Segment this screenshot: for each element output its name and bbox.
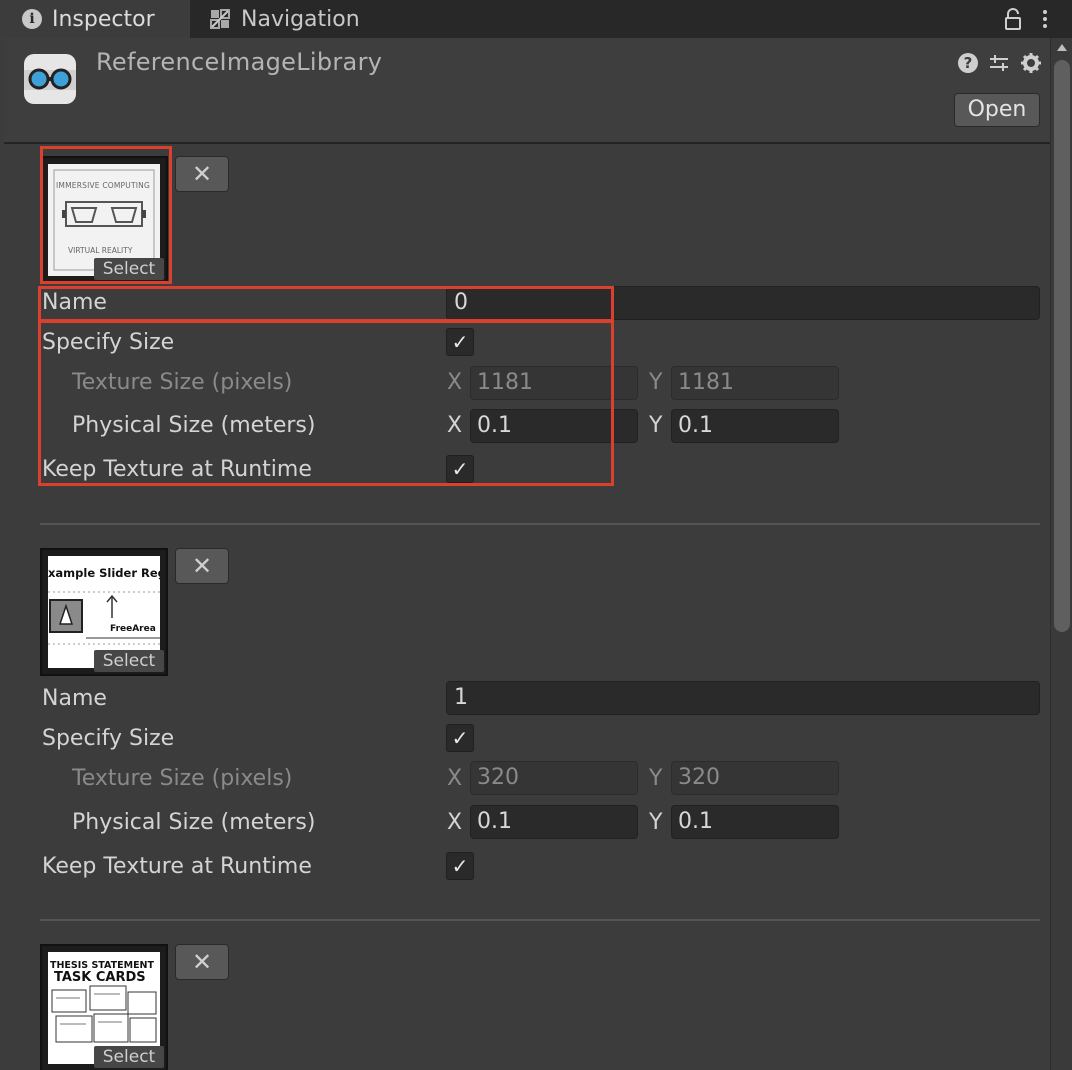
texture-y-label: Y — [649, 766, 663, 791]
open-button[interactable]: Open — [954, 93, 1040, 127]
texture-size-y-field: 320 — [671, 761, 839, 795]
tab-bar: i Inspector Navigation — [0, 0, 1072, 38]
physical-size-y-field[interactable]: 0.1 — [671, 805, 839, 839]
image-thumbnail[interactable]: THESIS STATEMENT TASK CARDS Select — [40, 944, 168, 1070]
tab-inspector[interactable]: i Inspector — [0, 0, 190, 38]
checkmark-icon: ✓ — [451, 457, 469, 481]
select-texture-button[interactable]: Select — [94, 1046, 164, 1068]
physical-x-label: X — [447, 413, 463, 438]
physical-size-label: Physical Size (meters) — [72, 810, 316, 835]
thumbnail-text-top: xample Slider Regio — [48, 566, 160, 580]
header-tools: ? — [958, 52, 1042, 74]
vertical-scrollbar[interactable] — [1050, 38, 1072, 1070]
name-field[interactable]: 1 — [446, 681, 1040, 715]
name-label: Name — [42, 686, 107, 711]
thumbnail-text-bottom: VIRTUAL REALITY — [68, 246, 133, 255]
image-thumbnail[interactable]: IMMERSIVE COMPUTING VIRTUAL REALITY Sele… — [40, 156, 168, 284]
name-field[interactable]: 0 — [446, 286, 1040, 320]
texture-size-label: Texture Size (pixels) — [72, 370, 293, 395]
specify-size-label: Specify Size — [42, 330, 175, 355]
entry-separator — [40, 919, 1040, 921]
vr-goggles-icon — [24, 54, 76, 104]
remove-image-button[interactable]: ✕ — [175, 944, 229, 980]
physical-size-label: Physical Size (meters) — [72, 413, 316, 438]
keep-texture-label: Keep Texture at Runtime — [42, 457, 312, 482]
texture-x-label: X — [447, 766, 463, 791]
tab-navigation-label: Navigation — [241, 6, 360, 32]
checkmark-icon: ✓ — [451, 854, 469, 878]
keep-texture-label: Keep Texture at Runtime — [42, 854, 312, 879]
scroll-up-arrow-icon[interactable] — [1057, 44, 1067, 51]
texture-x-label: X — [447, 370, 463, 395]
reference-image-entry: THESIS STATEMENT TASK CARDS Select ✕ — [0, 944, 1050, 1070]
tab-inspector-label: Inspector — [52, 6, 155, 32]
navigation-icon — [210, 9, 230, 29]
specify-size-checkbox[interactable]: ✓ — [446, 328, 474, 356]
physical-y-label: Y — [649, 413, 663, 438]
texture-size-y-field: 1181 — [671, 366, 839, 400]
info-icon: i — [22, 9, 42, 29]
asset-title: ReferenceImageLibrary — [96, 48, 383, 76]
asset-header: ReferenceImageLibrary ? Open — [4, 38, 1050, 144]
entry-separator — [40, 523, 1040, 525]
more-options-icon[interactable] — [1036, 7, 1054, 31]
thumbnail-text-top: IMMERSIVE COMPUTING — [56, 181, 150, 190]
keep-texture-checkbox[interactable]: ✓ — [446, 852, 474, 880]
checkmark-icon: ✓ — [451, 726, 469, 750]
specify-size-checkbox[interactable]: ✓ — [446, 724, 474, 752]
thumbnail-text-mid: TASK CARDS — [54, 970, 146, 985]
physical-size-x-field[interactable]: 0.1 — [470, 805, 638, 839]
help-icon[interactable]: ? — [958, 53, 978, 73]
physical-x-label: X — [447, 810, 463, 835]
sliders-icon[interactable] — [988, 52, 1010, 74]
physical-size-x-field[interactable]: 0.1 — [470, 409, 638, 443]
keep-texture-checkbox[interactable]: ✓ — [446, 455, 474, 483]
image-thumbnail[interactable]: xample Slider Regio FreeArea Select — [40, 548, 168, 676]
gear-icon[interactable] — [1020, 52, 1042, 74]
lock-icon[interactable] — [1004, 7, 1022, 31]
tab-navigation[interactable]: Navigation — [205, 0, 405, 38]
name-label: Name — [42, 290, 107, 315]
texture-size-x-field: 320 — [470, 761, 638, 795]
thumbnail-text-mid: FreeArea — [110, 624, 156, 634]
scroll-thumb[interactable] — [1054, 60, 1070, 632]
remove-image-button[interactable]: ✕ — [175, 548, 229, 584]
specify-size-label: Specify Size — [42, 726, 175, 751]
tabbar-controls — [1004, 4, 1054, 34]
inspector-window: i Inspector Navigation ReferenceImageLib… — [0, 0, 1072, 1070]
select-texture-button[interactable]: Select — [94, 258, 164, 280]
texture-y-label: Y — [649, 370, 663, 395]
reference-image-entry: xample Slider Regio FreeArea Select ✕ Na… — [0, 548, 1050, 944]
physical-y-label: Y — [649, 810, 663, 835]
texture-size-x-field: 1181 — [470, 366, 638, 400]
checkmark-icon: ✓ — [451, 330, 469, 354]
select-texture-button[interactable]: Select — [94, 650, 164, 672]
remove-image-button[interactable]: ✕ — [175, 156, 229, 192]
physical-size-y-field[interactable]: 0.1 — [671, 409, 839, 443]
reference-image-entry: IMMERSIVE COMPUTING VIRTUAL REALITY Sele… — [0, 146, 1050, 552]
texture-size-label: Texture Size (pixels) — [72, 766, 293, 791]
